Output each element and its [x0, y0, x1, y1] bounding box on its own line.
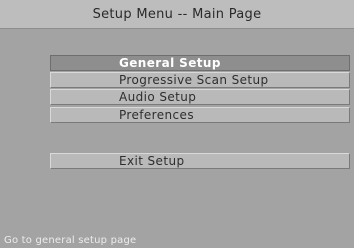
- title-bar: Setup Menu -- Main Page: [0, 0, 354, 29]
- page-title: Setup Menu -- Main Page: [92, 6, 262, 22]
- menu-item-progressive-scan-setup[interactable]: Progressive Scan Setup: [50, 72, 350, 88]
- menu-item-label: General Setup: [119, 56, 221, 70]
- menu-item-label: Progressive Scan Setup: [119, 73, 269, 87]
- menu-item-audio-setup[interactable]: Audio Setup: [50, 89, 350, 105]
- menu-item-general-setup[interactable]: General Setup: [50, 55, 350, 71]
- menu-item-label: Preferences: [119, 108, 194, 122]
- menu-item-label: Audio Setup: [119, 90, 197, 104]
- exit-setup-button[interactable]: Exit Setup: [50, 153, 350, 169]
- menu-item-preferences[interactable]: Preferences: [50, 107, 350, 123]
- status-text: Go to general setup page: [4, 235, 137, 246]
- exit-setup-label: Exit Setup: [119, 154, 185, 168]
- setup-menu-screen: Setup Menu -- Main Page General Setup Pr…: [0, 0, 354, 248]
